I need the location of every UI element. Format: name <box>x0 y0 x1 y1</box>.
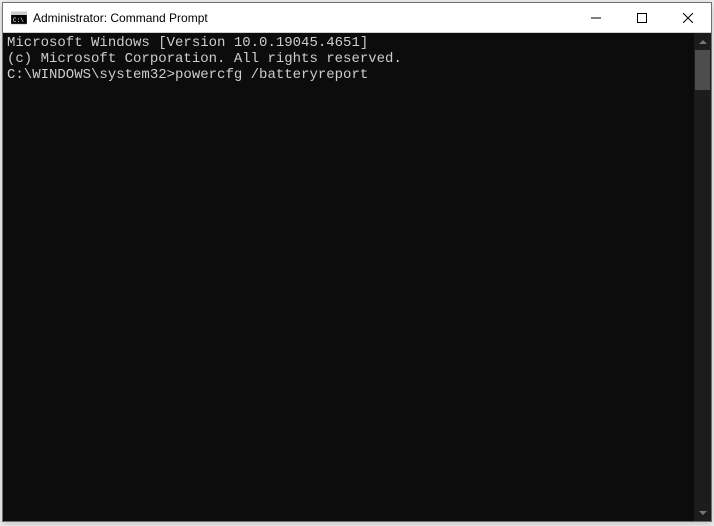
maximize-icon <box>637 13 647 23</box>
minimize-button[interactable] <box>573 3 619 32</box>
terminal-area: Microsoft Windows [Version 10.0.19045.46… <box>3 33 711 521</box>
scrollbar-thumb[interactable] <box>695 50 710 90</box>
scrollbar[interactable] <box>694 33 711 521</box>
version-line: Microsoft Windows [Version 10.0.19045.46… <box>7 35 690 51</box>
copyright-line: (c) Microsoft Corporation. All rights re… <box>7 51 690 67</box>
window-controls <box>573 3 711 32</box>
app-icon: C:\ <box>11 10 27 26</box>
maximize-button[interactable] <box>619 3 665 32</box>
titlebar[interactable]: C:\ Administrator: Command Prompt <box>3 3 711 33</box>
terminal-content[interactable]: Microsoft Windows [Version 10.0.19045.46… <box>3 33 694 521</box>
minimize-icon <box>591 13 601 23</box>
command-input[interactable] <box>175 67 690 83</box>
svg-text:C:\: C:\ <box>13 17 24 24</box>
scroll-down-arrow-icon[interactable] <box>694 504 711 521</box>
close-icon <box>683 13 693 23</box>
prompt-text: C:\WINDOWS\system32> <box>7 67 175 83</box>
command-prompt-window: C:\ Administrator: Command Prompt <box>2 2 712 522</box>
scroll-up-arrow-icon[interactable] <box>694 33 711 50</box>
close-button[interactable] <box>665 3 711 32</box>
window-title: Administrator: Command Prompt <box>33 3 573 33</box>
prompt-line: C:\WINDOWS\system32> <box>7 67 690 83</box>
